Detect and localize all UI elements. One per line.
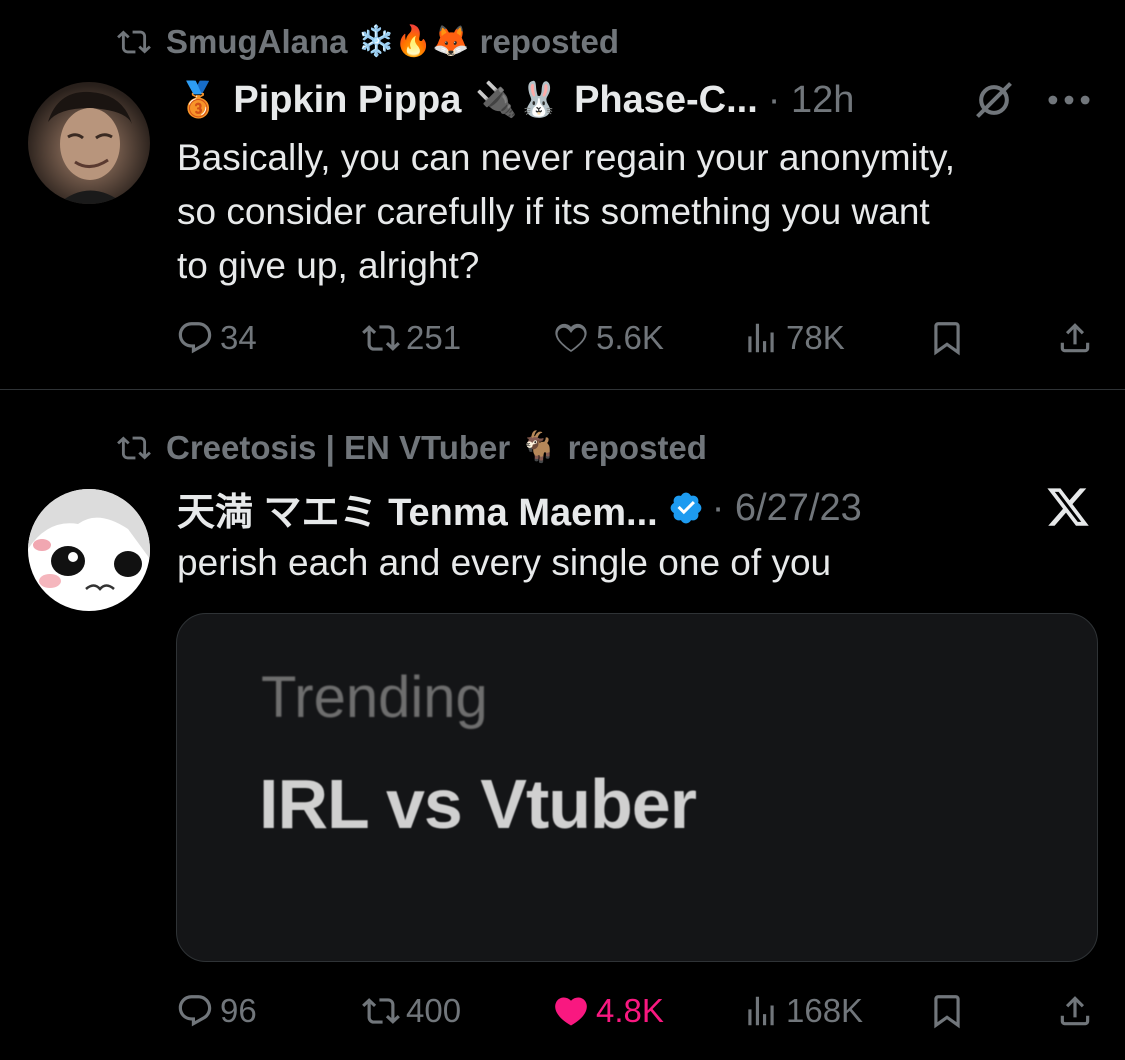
tweet-text: perish each and every single one of you xyxy=(177,536,1097,590)
tweet-time[interactable]: · 6/27/23 xyxy=(712,487,862,530)
tweet-time[interactable]: · 12h xyxy=(768,79,855,122)
views-count: 168K xyxy=(786,992,864,1029)
share-button[interactable] xyxy=(1056,992,1094,1030)
image-card[interactable]: Trending IRL vs Vtuber xyxy=(176,613,1098,962)
repost-user[interactable]: SmugAlana xyxy=(166,23,348,61)
tweet-text-line: perish each and every single one of you xyxy=(177,542,832,583)
views-button[interactable]: 168K xyxy=(742,992,863,1030)
medal-emoji: 🥉 xyxy=(177,81,220,119)
reply-icon xyxy=(178,322,212,354)
tweet-text: Basically, you can never regain your ano… xyxy=(177,131,1097,293)
repost-context[interactable]: SmugAlana ❄️🔥🦊 reposted xyxy=(112,22,619,62)
repost-button[interactable]: 400 xyxy=(362,992,461,1030)
bookmark-icon xyxy=(934,322,960,356)
views-button[interactable]: 78K xyxy=(742,319,845,357)
like-count: 5.6K xyxy=(596,319,664,356)
repost-count: 400 xyxy=(406,992,462,1029)
repost-user[interactable]: Creetosis | EN VTuber xyxy=(166,429,510,467)
repost-label: reposted xyxy=(479,23,619,60)
author-name[interactable]: 天満 マエミ Tenma Maem... xyxy=(177,481,658,536)
share-icon xyxy=(1060,996,1090,1026)
repost-user-emojis: 🐐 xyxy=(520,431,558,464)
like-button[interactable]: 5.6K xyxy=(552,319,664,357)
reply-icon xyxy=(178,995,212,1027)
verified-icon xyxy=(670,492,702,524)
card-trending-label: Trending xyxy=(261,665,488,730)
grok-icon[interactable] xyxy=(972,78,1016,122)
action-bar: 34 251 5.6K 78K xyxy=(176,316,1096,360)
views-count: 78K xyxy=(786,319,845,356)
repost-context[interactable]: Creetosis | EN VTuber 🐐 reposted xyxy=(112,428,707,468)
card-trend-title: IRL vs Vtuber xyxy=(259,765,697,843)
views-icon xyxy=(748,996,774,1026)
views-icon xyxy=(748,323,774,353)
repost-button[interactable]: 251 xyxy=(362,319,461,357)
avatar-drawing xyxy=(28,489,150,591)
bookmark-icon xyxy=(934,995,960,1029)
name-emojis: 🔌🐰 xyxy=(475,81,561,119)
repost-count: 251 xyxy=(406,319,462,356)
avatar-portrait xyxy=(48,91,132,204)
x-logo-icon xyxy=(1047,488,1089,526)
bookmark-button[interactable] xyxy=(928,992,966,1030)
repost-icon xyxy=(362,998,400,1024)
like-count: 4.8K xyxy=(596,992,664,1029)
tweet-text-line: to give up, alright? xyxy=(177,245,480,286)
share-icon xyxy=(1060,323,1090,353)
repost-icon xyxy=(362,325,400,351)
bookmark-button[interactable] xyxy=(928,319,966,357)
tweet[interactable]: SmugAlana ❄️🔥🦊 reposted 🥉 Pipkin Pippa 🔌… xyxy=(0,0,1125,390)
action-bar: 96 400 4.8K 168K xyxy=(176,989,1096,1033)
tweet-text-line: so consider carefully if its something y… xyxy=(177,191,930,232)
repost-label: reposted xyxy=(567,429,707,466)
author-name-suffix[interactable]: Phase-C... xyxy=(574,79,758,122)
author-name[interactable]: Pipkin Pippa xyxy=(233,79,461,122)
like-button[interactable]: 4.8K xyxy=(552,992,664,1030)
repost-icon xyxy=(117,30,151,54)
avatar[interactable] xyxy=(28,489,150,611)
tweet-text-line: Basically, you can never regain your ano… xyxy=(177,137,956,178)
reply-count: 34 xyxy=(220,319,257,356)
avatar[interactable] xyxy=(28,82,150,204)
like-icon xyxy=(555,323,587,353)
share-button[interactable] xyxy=(1056,319,1094,357)
reply-count: 96 xyxy=(220,992,257,1029)
tweet-header: 🥉 Pipkin Pippa 🔌🐰 Phase-C... · 12h xyxy=(177,76,1095,124)
like-icon xyxy=(555,997,587,1026)
reply-button[interactable]: 96 xyxy=(176,992,257,1030)
tweet-divider xyxy=(0,389,1125,390)
more-icon[interactable] xyxy=(1047,86,1091,114)
repost-icon xyxy=(117,436,151,460)
tweet-header: 天満 マエミ Tenma Maem... · 6/27/23 xyxy=(177,484,1095,534)
repost-user-emojis: ❄️🔥🦊 xyxy=(357,25,470,58)
reply-button[interactable]: 34 xyxy=(176,319,257,357)
tweet[interactable]: Creetosis | EN VTuber 🐐 reposted 天満 マエミ … xyxy=(0,391,1125,1060)
